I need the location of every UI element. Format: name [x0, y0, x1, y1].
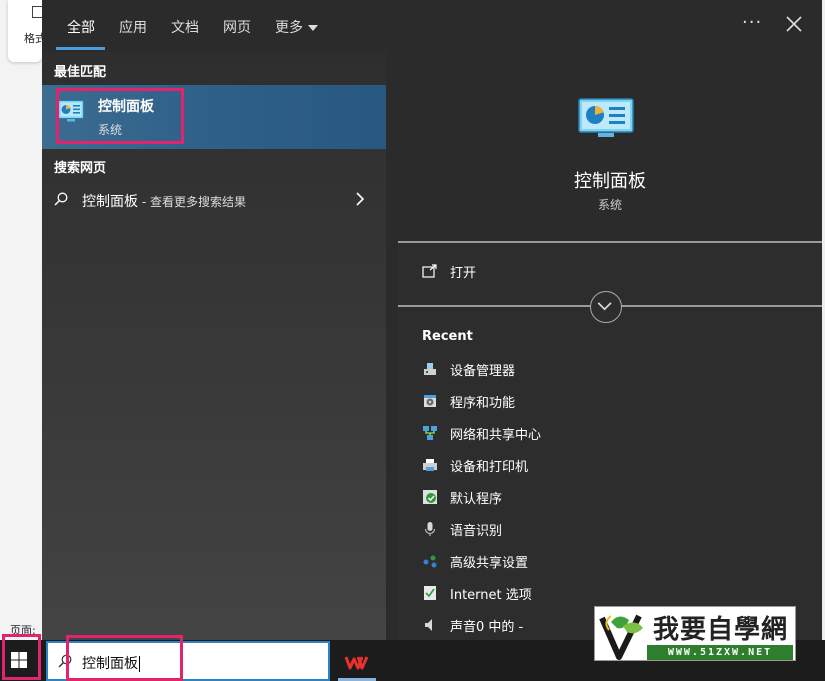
detail-header: 控制面板 系统 — [398, 65, 822, 241]
recent-item[interactable]: 语音识别 — [422, 519, 802, 541]
wps-logo-icon — [344, 656, 369, 670]
watermark-brand: 我要自學網 — [653, 615, 789, 645]
filter-tab-bar: 全部 应用 文档 网页 更多 ··· — [42, 0, 822, 52]
detail-subtitle: 系统 — [597, 198, 622, 212]
recent-item[interactable]: 默认程序 — [422, 487, 802, 509]
printer-icon — [423, 459, 437, 471]
recent-item-label: 高级共享设置 — [450, 556, 529, 571]
brand-logo-icon — [599, 614, 643, 660]
recent-item[interactable]: 设备管理器 — [422, 359, 802, 381]
recent-item-label: 默认程序 — [450, 492, 503, 507]
tab-all[interactable]: 全部 — [67, 17, 95, 37]
open-window-icon — [422, 264, 437, 278]
control-panel-icon — [578, 98, 634, 137]
web-search-result[interactable]: 控制面板 - 查看更多搜索结果 — [42, 184, 386, 216]
tab-more[interactable]: 更多 — [275, 17, 318, 37]
background-ribbon-button: 格式 — [8, 0, 46, 62]
device-manager-icon — [424, 363, 436, 375]
active-tab-indicator — [56, 47, 105, 50]
expand-button[interactable] — [590, 291, 622, 323]
web-search-heading: 搜索网页 — [54, 161, 107, 176]
tab-web[interactable]: 网页 — [223, 17, 251, 37]
programs-features-icon — [424, 395, 436, 407]
network-center-icon — [423, 426, 437, 440]
watermark: 我要自學網 WWW.51ZXW.NET — [594, 606, 796, 661]
more-options-button[interactable]: ··· — [742, 12, 762, 33]
recent-item-label: 设备管理器 — [450, 364, 516, 379]
sharing-settings-icon — [423, 555, 437, 568]
recent-item[interactable]: 设备和打印机 — [422, 455, 802, 477]
speaker-icon — [425, 619, 432, 631]
open-label: 打开 — [450, 266, 477, 281]
recent-list: Recent 设备管理器 程序和功能 网络和共享中心 设备和打印机 默认程序 语… — [398, 307, 822, 640]
format-icon — [32, 6, 42, 18]
microphone-icon — [424, 522, 436, 536]
watermark-url: WWW.51ZXW.NET — [647, 645, 793, 660]
web-search-query: 控制面板 — [82, 194, 138, 210]
recent-item[interactable]: Internet 选项 — [422, 583, 802, 605]
best-match-heading: 最佳匹配 — [54, 65, 107, 80]
chevron-down-icon — [597, 302, 612, 311]
taskbar-app-wps[interactable] — [338, 643, 376, 681]
detail-panel: 控制面板 系统 打开 Recent 设备管理器 程序和功能 网络和共享中心 设备… — [398, 65, 822, 640]
close-icon[interactable] — [784, 14, 804, 34]
default-programs-icon — [423, 490, 437, 504]
tab-documents[interactable]: 文档 — [171, 17, 199, 37]
highlight-box — [66, 635, 183, 681]
recent-item-label: 语音识别 — [450, 524, 503, 539]
recent-item[interactable]: 网络和共享中心 — [422, 423, 802, 445]
web-search-text: 控制面板 - 查看更多搜索结果 — [82, 191, 246, 211]
recent-heading: Recent — [422, 329, 473, 344]
highlight-box — [56, 88, 184, 144]
highlight-box — [2, 634, 41, 680]
recent-item-label: 声音0 中的 - — [450, 620, 524, 635]
search-icon — [54, 192, 68, 206]
recent-item-label: 程序和功能 — [450, 396, 516, 411]
chevron-right-icon[interactable] — [355, 192, 365, 206]
recent-item[interactable]: 高级共享设置 — [422, 551, 802, 573]
recent-item-label: 设备和打印机 — [450, 460, 529, 475]
background-window — [0, 0, 42, 640]
web-search-suffix: - 查看更多搜索结果 — [138, 195, 246, 209]
chevron-down-icon — [308, 25, 318, 31]
detail-title: 控制面板 — [574, 171, 646, 192]
search-flyout: 全部 应用 文档 网页 更多 ··· 最佳匹配 控制面板 系统 搜索网页 控制面… — [42, 0, 822, 640]
tab-apps[interactable]: 应用 — [119, 17, 147, 37]
recent-item-label: 网络和共享中心 — [450, 428, 542, 443]
internet-options-icon — [424, 586, 436, 600]
tab-more-label: 更多 — [275, 20, 303, 36]
recent-item[interactable]: 程序和功能 — [422, 391, 802, 413]
recent-item-label: Internet 选项 — [450, 588, 532, 603]
